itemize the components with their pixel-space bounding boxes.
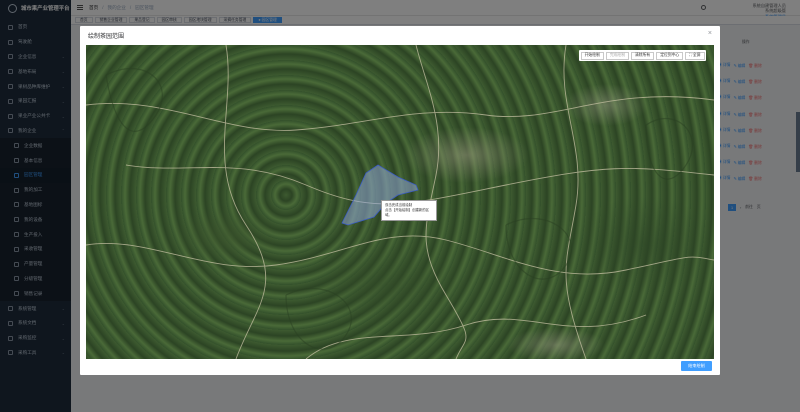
- fullscreen-button[interactable]: ⛶ 全屏: [685, 51, 705, 60]
- finish-draw-button[interactable]: 完成绘制: [605, 51, 630, 60]
- satellite-map[interactable]: 开始绘制 完成绘制 清除所有 定位到中心 ⛶ 全屏 双击完成当前绘制 点击【开始…: [86, 45, 714, 359]
- dialog-title: 绘制茶园范围: [88, 34, 125, 40]
- tooltip-line-2: 点击【开始绘制】创建新的区域。: [385, 208, 430, 217]
- locate-center-button[interactable]: 定位到中心: [656, 51, 684, 60]
- draw-tooltip: 双击完成当前绘制 点击【开始绘制】创建新的区域。: [381, 200, 437, 221]
- end-draw-button[interactable]: 结束绘制: [681, 361, 712, 371]
- map-toolbar: 开始绘制 完成绘制 清除所有 定位到中心 ⛶ 全屏: [579, 50, 706, 61]
- draw-area-dialog: 绘制茶园范围 × 开始绘制 完成绘制 清除所有 定位到中心 ⛶ 全屏 双击完成当…: [80, 26, 720, 375]
- close-icon[interactable]: ×: [708, 30, 712, 37]
- clear-all-button[interactable]: 清除所有: [631, 51, 655, 60]
- start-draw-button[interactable]: 开始绘制: [580, 51, 604, 60]
